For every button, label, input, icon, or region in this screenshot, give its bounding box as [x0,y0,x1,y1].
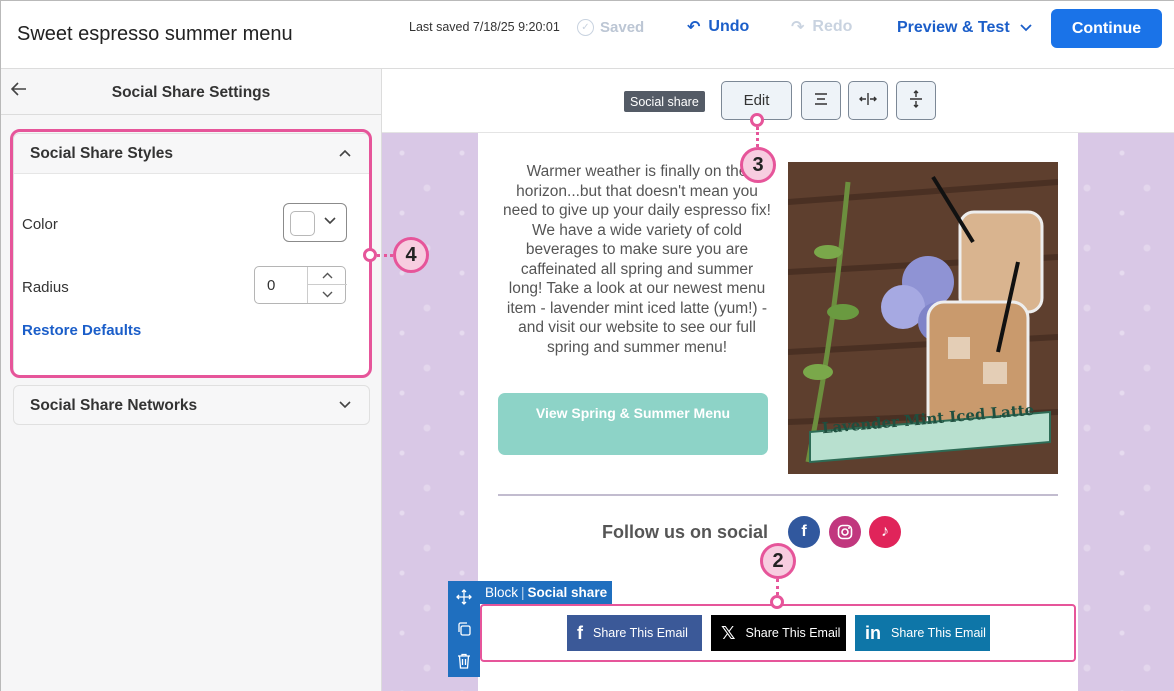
block-prefix: Block [485,585,519,600]
email-text-block[interactable]: Warmer weather is finally on the horizon… [502,162,772,357]
undo-icon: ↶ [687,19,701,36]
redo-button[interactable]: ↷ Redo [791,17,852,37]
view-menu-button[interactable]: View Spring & Summer Menu [498,393,768,455]
panel-header: Social Share Settings [1,69,381,115]
trash-icon[interactable] [448,647,480,675]
block-type-label: Social share [624,91,705,112]
width-button[interactable] [848,81,888,120]
callout-3-dot [750,113,764,127]
x-share-button[interactable]: 𝕏 Share This Email [711,615,846,651]
chevron-down-icon [1020,19,1032,37]
horizontal-resize-icon [859,92,877,110]
back-arrow-icon[interactable] [10,81,27,101]
undo-button[interactable]: ↶ Undo [687,17,749,37]
continue-button[interactable]: Continue [1051,9,1162,48]
linkedin-icon: in [865,622,881,643]
tiktok-icon[interactable]: ♪ [869,516,901,548]
callout-2-dot [770,595,784,609]
saved-label: Saved [600,19,645,36]
facebook-icon[interactable]: f [788,516,820,548]
x-share-label: Share This Email [745,626,841,640]
block-name-tab: Block | Social share [480,581,613,604]
facebook-share-button[interactable]: f Share This Email [567,615,702,651]
check-circle-icon: ✓ [577,19,594,36]
duplicate-icon[interactable] [448,615,480,643]
x-icon: 𝕏 [721,622,736,643]
campaign-title[interactable]: Sweet espresso summer menu [17,23,293,46]
facebook-icon: f [577,622,583,643]
padding-button[interactable] [896,81,936,120]
block-toolbar: Social share Edit [382,69,1174,133]
redo-icon: ↷ [791,19,805,36]
callout-3: 3 [740,147,776,183]
app-frame: Sweet espresso summer menu Last saved 7/… [0,0,1174,691]
panel-title: Social Share Settings [111,84,271,101]
follow-heading: Follow us on social [602,522,769,542]
separator: | [521,585,525,600]
block-actions-bar [448,581,480,677]
networks-accordion[interactable]: Social Share Networks [13,385,370,425]
callout-2-connector [776,579,779,595]
undo-label: Undo [708,18,750,35]
chevron-down-icon [339,396,351,412]
callout-4-connector [377,254,393,257]
facebook-share-label: Share This Email [593,626,688,640]
top-bar: Sweet espresso summer menu Last saved 7/… [1,1,1174,69]
preview-test-dropdown[interactable]: Preview & Test [897,19,1032,37]
align-center-icon [814,92,828,109]
divider-line [498,494,1058,496]
vertical-resize-icon [909,89,923,112]
linkedin-share-label: Share This Email [891,626,986,640]
styles-highlight-box [10,129,372,378]
callout-3-connector [756,127,759,147]
move-icon[interactable] [448,583,480,611]
redo-label: Redo [812,18,853,35]
last-saved-status: Last saved 7/18/25 9:20:01 [409,20,560,34]
networks-accordion-title: Social Share Networks [30,397,198,414]
align-center-button[interactable] [801,81,841,120]
linkedin-share-button[interactable]: in Share This Email [855,615,990,651]
callout-4: 4 [393,237,429,273]
callout-4-dot [363,248,377,262]
callout-2: 2 [760,543,796,579]
instagram-icon[interactable] [829,516,861,548]
saved-indicator: ✓ Saved [577,19,644,36]
preview-label: Preview & Test [897,19,1010,36]
block-name: Social share [527,585,608,600]
social-share-block[interactable]: f Share This Email 𝕏 Share This Email in… [480,604,1076,662]
